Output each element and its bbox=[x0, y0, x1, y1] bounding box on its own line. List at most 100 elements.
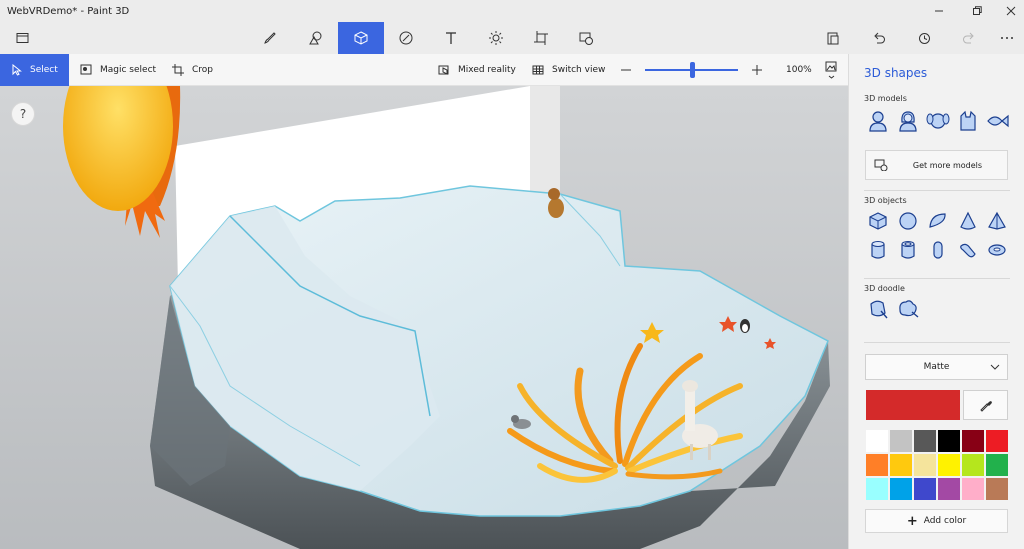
color-palette bbox=[865, 429, 1009, 501]
color-swatch[interactable] bbox=[889, 453, 913, 477]
color-swatch[interactable] bbox=[985, 453, 1009, 477]
curved-cylinder-object-button[interactable] bbox=[956, 238, 980, 262]
cursor-icon bbox=[12, 64, 22, 76]
2d-shapes-button[interactable] bbox=[293, 22, 339, 54]
color-swatch[interactable] bbox=[985, 477, 1009, 501]
get-more-models-button[interactable]: Get more models bbox=[865, 150, 1008, 180]
material-dropdown[interactable]: Matte bbox=[865, 354, 1008, 380]
canvas-3d[interactable] bbox=[0, 86, 848, 549]
color-swatch[interactable] bbox=[913, 429, 937, 453]
dog-model-icon bbox=[926, 113, 950, 129]
dog-model-button[interactable] bbox=[926, 109, 950, 133]
hemisphere-object-button[interactable] bbox=[926, 209, 950, 233]
switch-view-button[interactable]: Switch view bbox=[532, 54, 605, 86]
zoom-slider-thumb[interactable] bbox=[689, 62, 695, 78]
minimize-icon bbox=[935, 10, 943, 12]
cube-object-button[interactable] bbox=[866, 209, 890, 233]
maximize-button[interactable] bbox=[960, 0, 994, 22]
chevron-down-icon bbox=[990, 364, 1000, 370]
eyedropper-button[interactable] bbox=[963, 390, 1008, 420]
scene-illustration bbox=[0, 86, 848, 549]
remix-icon bbox=[579, 32, 593, 45]
color-swatch[interactable] bbox=[937, 429, 961, 453]
paste-button[interactable] bbox=[810, 22, 856, 54]
cat-model-button[interactable] bbox=[956, 109, 980, 133]
stickers-button[interactable] bbox=[383, 22, 429, 54]
tube-object-button[interactable] bbox=[896, 238, 920, 262]
panel-title: 3D shapes bbox=[864, 66, 928, 80]
add-color-button[interactable]: + Add color bbox=[865, 509, 1008, 533]
brushes-button[interactable] bbox=[247, 22, 293, 54]
color-swatch[interactable] bbox=[865, 429, 889, 453]
ribbon bbox=[0, 22, 1024, 54]
select-label: Select bbox=[30, 65, 58, 75]
divider bbox=[864, 190, 1010, 191]
man-model-button[interactable] bbox=[866, 109, 890, 133]
mixed-reality-label: Mixed reality bbox=[458, 65, 516, 75]
effects-icon bbox=[489, 31, 503, 45]
get-more-models-label: Get more models bbox=[912, 160, 983, 170]
soft-doodle-button[interactable] bbox=[896, 297, 920, 321]
redo-icon bbox=[963, 32, 974, 44]
color-swatch[interactable] bbox=[985, 429, 1009, 453]
crop-label: Crop bbox=[192, 65, 214, 75]
window-title: WebVRDemo* - Paint 3D bbox=[7, 5, 130, 17]
color-swatch[interactable] bbox=[937, 453, 961, 477]
torus-object-button[interactable] bbox=[985, 238, 1009, 262]
close-button[interactable] bbox=[994, 0, 1024, 22]
crop-button[interactable]: Crop bbox=[172, 54, 213, 86]
cylinder-object-icon bbox=[871, 241, 885, 259]
sphere-object-button[interactable] bbox=[896, 209, 920, 233]
menu-button[interactable] bbox=[0, 22, 46, 54]
history-button[interactable] bbox=[901, 22, 947, 54]
fish-model-button[interactable] bbox=[985, 109, 1009, 133]
divider bbox=[864, 278, 1010, 279]
zoom-in-button[interactable] bbox=[752, 54, 762, 86]
select-button[interactable]: Select bbox=[0, 54, 69, 86]
current-color-swatch[interactable] bbox=[866, 390, 960, 420]
minimize-button[interactable] bbox=[922, 0, 956, 22]
man-model-icon bbox=[869, 111, 887, 132]
penguin-figure bbox=[740, 319, 750, 333]
effects-button[interactable] bbox=[473, 22, 519, 54]
objects-label: 3D objects bbox=[864, 196, 907, 205]
color-swatch[interactable] bbox=[961, 453, 985, 477]
hemisphere-object-icon bbox=[929, 213, 946, 228]
color-swatch[interactable] bbox=[889, 429, 913, 453]
color-swatch[interactable] bbox=[913, 477, 937, 501]
color-swatch[interactable] bbox=[937, 477, 961, 501]
woman-model-button[interactable] bbox=[896, 109, 920, 133]
text-button[interactable] bbox=[428, 22, 474, 54]
more-icon bbox=[1001, 37, 1013, 39]
curved-cylinder-object-icon bbox=[960, 243, 976, 258]
sharp-doodle-icon bbox=[870, 300, 888, 319]
material-value: Matte bbox=[923, 362, 950, 372]
more-button[interactable] bbox=[984, 22, 1024, 54]
help-button[interactable]: ? bbox=[11, 102, 35, 126]
canvas-button[interactable] bbox=[518, 22, 564, 54]
cone-object-button[interactable] bbox=[956, 209, 980, 233]
pyramid-object-button[interactable] bbox=[985, 209, 1009, 233]
zoom-out-button[interactable] bbox=[621, 54, 631, 86]
color-swatch[interactable] bbox=[889, 477, 913, 501]
plus-icon: + bbox=[906, 513, 918, 529]
color-swatch[interactable] bbox=[913, 453, 937, 477]
color-swatch[interactable] bbox=[865, 453, 889, 477]
view-options-button[interactable] bbox=[825, 54, 838, 86]
magic-select-icon bbox=[80, 64, 92, 75]
3d-shapes-button[interactable] bbox=[338, 22, 384, 54]
remix-3d-button[interactable] bbox=[563, 22, 609, 54]
undo-button[interactable] bbox=[856, 22, 902, 54]
magic-select-button[interactable]: Magic select bbox=[80, 54, 156, 86]
color-swatch[interactable] bbox=[865, 477, 889, 501]
cube-object-icon bbox=[869, 212, 887, 230]
folder-icon bbox=[16, 33, 29, 43]
cylinder-object-button[interactable] bbox=[866, 238, 890, 262]
sharp-doodle-button[interactable] bbox=[866, 297, 890, 321]
capsule-object-button[interactable] bbox=[926, 238, 950, 262]
brush-icon bbox=[264, 32, 276, 44]
color-swatch[interactable] bbox=[961, 477, 985, 501]
color-swatch[interactable] bbox=[961, 429, 985, 453]
sphere-object-icon bbox=[899, 212, 917, 230]
mixed-reality-button[interactable]: Mixed reality bbox=[438, 54, 516, 86]
